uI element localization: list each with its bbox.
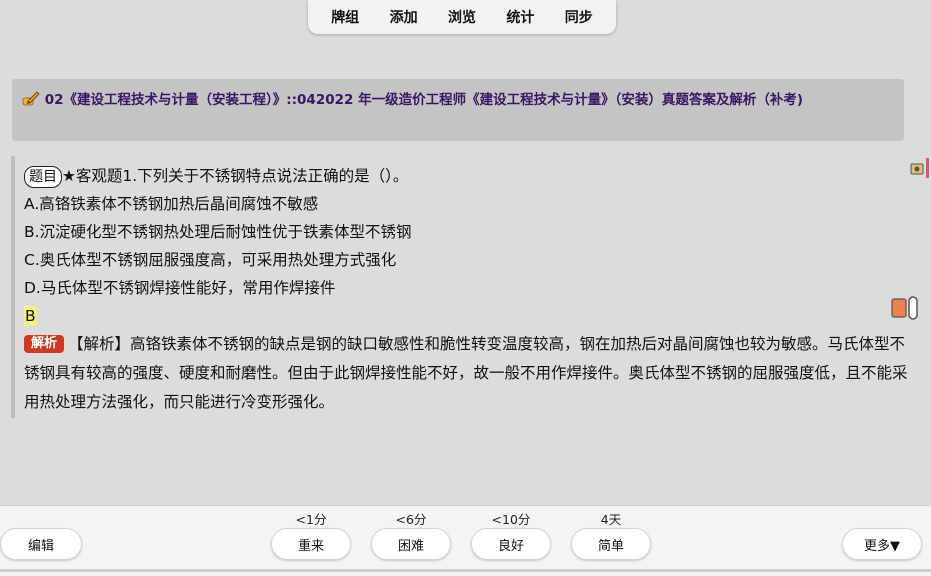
- more-button[interactable]: 更多▼: [842, 528, 922, 560]
- easy-button[interactable]: 简单: [571, 528, 651, 560]
- answer-bar: 编辑 <1分 重来 <6分 困难 <10分 良好 4天 简单 更多▼: [0, 505, 931, 576]
- again-button[interactable]: 重来: [271, 528, 351, 560]
- nav-decks[interactable]: 牌组: [325, 3, 365, 31]
- interval-again: <1分: [295, 512, 327, 527]
- deck-title: 02《建设工程技术与计量（安装工程）》::042022 年一级造价工程师《建设工…: [44, 92, 804, 108]
- hard-button[interactable]: 困难: [371, 528, 451, 560]
- nav-sync[interactable]: 同步: [559, 3, 599, 31]
- bottom-divider: [0, 569, 931, 572]
- card-info-icon[interactable]: [910, 158, 930, 178]
- option-a: A.高铬铁素体不锈钢加热后晶间腐蚀不敏感: [24, 195, 319, 213]
- interval-hard: <6分: [395, 512, 427, 527]
- nav-browse[interactable]: 浏览: [442, 3, 482, 31]
- answer-value: B: [24, 306, 37, 326]
- analysis-text: 【解析】高铬铁素体不锈钢的缺点是钢的缺口敏感性和脆性转变温度较高，钢在加热后对晶…: [24, 335, 908, 411]
- option-c: C.奥氏体型不锈钢屈服强度高，可采用热处理方式强化: [24, 251, 397, 269]
- nav-add[interactable]: 添加: [384, 3, 424, 31]
- deck-title-bar: 02《建设工程技术与计量（安装工程）》::042022 年一级造价工程师《建设工…: [12, 79, 904, 141]
- interval-easy: 4天: [600, 512, 622, 527]
- option-d: D.马氏体型不锈钢焊接性能好，常用作焊接件: [24, 279, 336, 297]
- option-b: B.沉淀硬化型不锈钢热处理后耐蚀性优于铁素体型不锈钢: [24, 223, 412, 241]
- edit-button[interactable]: 编辑: [0, 528, 82, 560]
- analysis-badge: 解析: [24, 335, 65, 353]
- pencil-hand-icon: [22, 91, 40, 106]
- analysis-block: 解析 【解析】高铬铁素体不锈钢的缺点是钢的缺口敏感性和脆性转变温度较高，钢在加热后…: [24, 330, 916, 417]
- nav-stats[interactable]: 统计: [500, 3, 540, 31]
- good-button[interactable]: 良好: [471, 528, 551, 560]
- top-navigation: 牌组 添加 浏览 统计 同步: [308, 0, 616, 34]
- question-tag: 题目: [24, 166, 62, 188]
- interval-good: <10分: [491, 512, 531, 527]
- answer-line: B: [24, 302, 916, 330]
- question-text: ★客观题1.下列关于不锈钢特点说法正确的是（）。: [62, 167, 409, 185]
- card-content: 题目 ★客观题1.下列关于不锈钢特点说法正确的是（）。 A.高铬铁素体不锈钢加热后…: [11, 156, 916, 418]
- question-line: 题目 ★客观题1.下列关于不锈钢特点说法正确的是（）。: [24, 162, 916, 190]
- toggle-icon[interactable]: [891, 295, 919, 321]
